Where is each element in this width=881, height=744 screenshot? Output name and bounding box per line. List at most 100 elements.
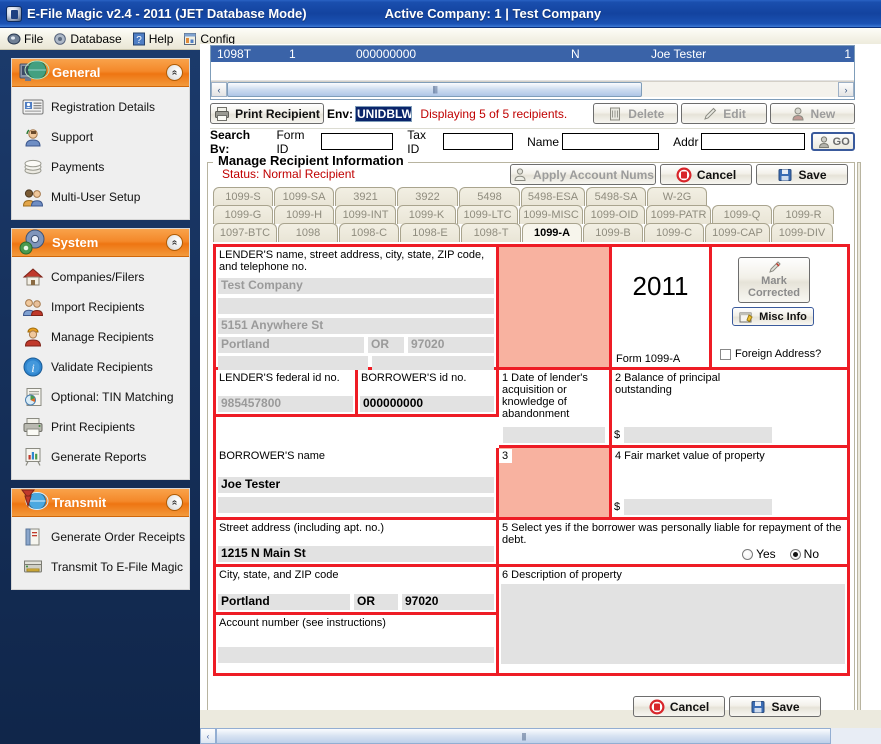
search-tax-id-input[interactable] — [443, 133, 513, 150]
sidebar-item-print-recipients[interactable]: Print Recipients — [12, 412, 189, 442]
save-button-bottom[interactable]: Save — [729, 696, 821, 717]
tab-1099-b[interactable]: 1099-B — [583, 223, 643, 242]
tab-1099-patr[interactable]: 1099-PATR — [646, 205, 711, 224]
tab-1099-k[interactable]: 1099-K — [397, 205, 456, 224]
sidebar-item-registration-details[interactable]: Registration Details — [12, 92, 189, 122]
lender-fed-id-field[interactable]: 985457800 — [218, 396, 353, 412]
sidebar-item-generate-reports[interactable]: Generate Reports — [12, 442, 189, 472]
table-row[interactable]: 1098T 1 000000000 N Joe Tester 1 — [211, 46, 854, 62]
sidebar-item-multi-user-setup[interactable]: Multi-User Setup — [12, 182, 189, 212]
box1-field[interactable] — [503, 427, 605, 443]
tab-1098-t[interactable]: 1098-T — [461, 223, 521, 242]
scroll-thumb[interactable]: |||| — [227, 82, 642, 97]
tab-1099-h[interactable]: 1099-H — [274, 205, 334, 224]
new-button[interactable]: New — [770, 103, 855, 124]
env-value-field[interactable]: UNIDBLWIN — [355, 106, 412, 122]
page-horizontal-scrollbar[interactable]: ‹ |||| — [200, 728, 881, 744]
sidebar-panel-general-header[interactable]: General « — [12, 59, 189, 87]
tab-1099-s[interactable]: 1099-S — [213, 187, 273, 206]
print-recipient-button[interactable]: Print Recipient — [210, 103, 324, 124]
delete-button[interactable]: Delete — [593, 103, 678, 124]
search-addr-input[interactable] — [701, 133, 805, 150]
lender-name-field[interactable]: Test Company — [218, 278, 494, 294]
grid-horizontal-scrollbar[interactable]: ‹ |||| › — [211, 81, 854, 97]
chevron-up-icon[interactable]: « — [166, 64, 183, 81]
tab-3922[interactable]: 3922 — [397, 187, 458, 206]
sidebar-item-validate-recipients[interactable]: i Validate Recipients — [12, 352, 189, 382]
cancel-button-top[interactable]: Cancel — [660, 164, 752, 185]
tab-1099-oid[interactable]: 1099-OID — [584, 205, 645, 224]
scroll-thumb[interactable]: |||| — [216, 728, 831, 744]
sidebar-panel-transmit-header[interactable]: Transmit « — [12, 489, 189, 517]
sidebar-item-transmit-to-efile-magic[interactable]: Transmit To E-File Magic — [12, 552, 189, 582]
sidebar-item-generate-order-receipts[interactable]: Generate Order Receipts — [12, 522, 189, 552]
radio-no-icon[interactable] — [790, 549, 801, 560]
lender-street-field[interactable]: 5151 Anywhere St — [218, 318, 494, 334]
tab-3921[interactable]: 3921 — [335, 187, 396, 206]
tab-1099-r[interactable]: 1099-R — [773, 205, 834, 224]
edit-button[interactable]: Edit — [681, 103, 766, 124]
tab-1099-div[interactable]: 1099-DIV — [771, 223, 833, 242]
radio-yes-icon[interactable] — [742, 549, 753, 560]
scroll-track[interactable]: |||| — [227, 82, 838, 97]
sidebar-item-companies-filers[interactable]: Companies/Filers — [12, 262, 189, 292]
tab-1099-int[interactable]: 1099-INT — [335, 205, 396, 224]
sidebar-item-support[interactable]: Support — [12, 122, 189, 152]
tab-5498-sa[interactable]: 5498-SA — [586, 187, 646, 206]
tab-1099-q[interactable]: 1099-Q — [712, 205, 772, 224]
sidebar-item-import-recipients[interactable]: Import Recipients — [12, 292, 189, 322]
tab-5498[interactable]: 5498 — [459, 187, 520, 206]
box5-no-option[interactable]: No — [790, 547, 819, 561]
sidebar-item-tin-matching[interactable]: Optional: TIN Matching — [12, 382, 189, 412]
box4-field[interactable] — [624, 499, 772, 515]
sidebar-panel-system-header[interactable]: System « — [12, 229, 189, 257]
cancel-button-bottom[interactable]: Cancel — [633, 696, 725, 717]
tab-w-2g[interactable]: W-2G — [647, 187, 707, 206]
city-field[interactable]: Portland — [218, 594, 350, 610]
search-go-button[interactable]: GO — [811, 132, 855, 151]
tab-5498-esa[interactable]: 5498-ESA — [521, 187, 585, 206]
tab-1099-cap[interactable]: 1099-CAP — [705, 223, 770, 242]
lender-city-field[interactable]: Portland — [218, 337, 364, 353]
search-form-id-input[interactable] — [321, 133, 393, 150]
chevron-up-icon[interactable]: « — [166, 494, 183, 511]
lender-state-field[interactable]: OR — [368, 337, 404, 353]
tab-1099-g[interactable]: 1099-G — [213, 205, 273, 224]
tab-1097-btc[interactable]: 1097-BTC — [213, 223, 277, 242]
tab-1099-sa[interactable]: 1099-SA — [274, 187, 334, 206]
menu-file[interactable]: File — [4, 31, 50, 47]
borrower-name-field[interactable]: Joe Tester — [218, 477, 494, 493]
account-number-field[interactable] — [218, 647, 494, 663]
box2-field[interactable] — [624, 427, 772, 443]
search-name-input[interactable] — [562, 133, 659, 150]
scroll-left-icon[interactable]: ‹ — [200, 728, 216, 744]
sidebar-item-payments[interactable]: Payments — [12, 152, 189, 182]
menu-database[interactable]: Database — [50, 31, 128, 47]
scroll-left-icon[interactable]: ‹ — [211, 82, 227, 97]
tab-1099-a[interactable]: 1099-A — [522, 223, 582, 242]
tab-1099-c[interactable]: 1099-C — [644, 223, 704, 242]
tab-1098[interactable]: 1098 — [278, 223, 338, 242]
lender-line2-field[interactable] — [218, 298, 494, 314]
sidebar-item-manage-recipients[interactable]: Manage Recipients — [12, 322, 189, 352]
lender-zip-field[interactable]: 97020 — [408, 337, 494, 353]
tab-1099-misc[interactable]: 1099-MISC — [519, 205, 583, 224]
box5-yes-option[interactable]: Yes — [742, 547, 776, 561]
save-button-top[interactable]: Save — [756, 164, 848, 185]
state-field[interactable]: OR — [354, 594, 398, 610]
tab-1099-ltc[interactable]: 1099-LTC — [457, 205, 518, 224]
mark-corrected-button[interactable]: Mark Corrected — [738, 257, 810, 303]
menu-help[interactable]: ? Help — [129, 31, 181, 47]
box6-field[interactable] — [501, 584, 845, 664]
tab-1098-c[interactable]: 1098-C — [339, 223, 399, 242]
chevron-up-icon[interactable]: « — [166, 234, 183, 251]
scroll-right-icon[interactable]: › — [838, 82, 854, 97]
tab-1098-e[interactable]: 1098-E — [400, 223, 460, 242]
zip-field[interactable]: 97020 — [402, 594, 494, 610]
street-address-field[interactable]: 1215 N Main St — [218, 546, 494, 562]
recipients-grid[interactable]: 1098T 1 000000000 N Joe Tester 1 ‹ |||| … — [210, 45, 855, 100]
foreign-address-checkbox[interactable] — [720, 349, 731, 360]
borrower-id-field[interactable]: 000000000 — [360, 396, 494, 412]
apply-account-nums-button[interactable]: Apply Account Nums — [510, 164, 656, 185]
borrower-name2-field[interactable] — [218, 497, 494, 513]
